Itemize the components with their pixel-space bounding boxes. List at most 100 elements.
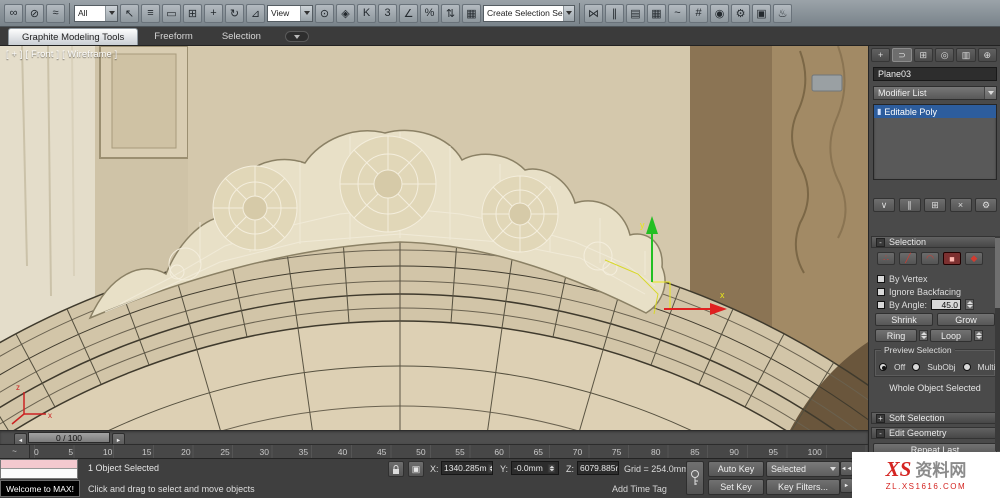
graphite-modeling-tools-toggle-icon[interactable]: ▦ bbox=[647, 3, 666, 23]
timeline-tick-55[interactable]: 55 bbox=[455, 447, 464, 457]
angle-snap-toggle-icon[interactable]: ∠ bbox=[399, 3, 418, 23]
listener-script-lane[interactable] bbox=[1, 469, 77, 478]
set-key-button[interactable]: Set Key bbox=[708, 479, 764, 495]
configure-modifier-sets-button[interactable]: ⚙ bbox=[975, 198, 997, 212]
selection-filter-dropdown[interactable]: All bbox=[74, 4, 118, 22]
loop-button[interactable]: Loop bbox=[930, 329, 972, 342]
bind-to-space-warp-icon[interactable]: ≈ bbox=[46, 3, 65, 23]
edge-subobject-icon[interactable]: ╱ bbox=[899, 252, 917, 265]
timeline-tick-30[interactable]: 30 bbox=[259, 447, 268, 457]
grow-button[interactable]: Grow bbox=[937, 313, 995, 326]
x-coordinate-field[interactable]: 1340.285m bbox=[441, 461, 493, 475]
timeline-tick-90[interactable]: 90 bbox=[729, 447, 738, 457]
snaps-toggle-icon[interactable]: 3 bbox=[378, 3, 397, 23]
rectangular-selection-region-icon[interactable]: ▭ bbox=[162, 3, 181, 23]
edit-geometry-rollout-header[interactable]: - Edit Geometry bbox=[871, 427, 998, 439]
curve-editor-icon[interactable]: ~ bbox=[668, 3, 687, 23]
polygon-subobject-icon[interactable]: ■ bbox=[943, 252, 961, 265]
modifier-stack[interactable]: ▮ Editable Poly bbox=[873, 104, 997, 180]
timeline-tick-75[interactable]: 75 bbox=[612, 447, 621, 457]
use-pivot-point-center-icon[interactable]: ⊙ bbox=[315, 3, 334, 23]
make-unique-button[interactable]: ⊞ bbox=[924, 198, 946, 212]
timeline-tick-0[interactable]: 0 bbox=[34, 447, 39, 457]
welcome-to-max-button[interactable]: Welcome to MAX! bbox=[0, 480, 80, 497]
create-tab[interactable]: + bbox=[871, 48, 891, 62]
named-selection-set-dropdown[interactable]: Create Selection Se bbox=[483, 4, 575, 22]
timeline-tick-70[interactable]: 70 bbox=[573, 447, 582, 457]
object-name-field[interactable]: Plane03 bbox=[873, 67, 997, 81]
remove-modifier-button[interactable]: × bbox=[949, 198, 972, 212]
timeline-tick-65[interactable]: 65 bbox=[534, 447, 543, 457]
by-angle-field[interactable]: 45.0 bbox=[931, 299, 962, 310]
hierarchy-tab[interactable]: ⊞ bbox=[913, 48, 933, 62]
selected-set-dropdown[interactable]: Selected bbox=[766, 461, 840, 477]
z-coordinate-field[interactable]: 6079.885m bbox=[577, 461, 619, 475]
stack-item-editable-poly[interactable]: ▮ Editable Poly bbox=[874, 105, 996, 118]
auto-key-button[interactable]: Auto Key bbox=[708, 461, 764, 477]
layer-manager-icon[interactable]: ▤ bbox=[626, 3, 645, 23]
timeline-tick-5[interactable]: 5 bbox=[68, 447, 73, 457]
unlink-selection-icon[interactable]: ⊘ bbox=[25, 3, 44, 23]
select-and-manipulate-icon[interactable]: ◈ bbox=[336, 3, 355, 23]
by-angle-checkbox[interactable] bbox=[877, 300, 885, 309]
set-keys-button[interactable] bbox=[686, 461, 704, 495]
schematic-view-icon[interactable]: # bbox=[689, 3, 708, 23]
absolute-offset-mode-toggle[interactable]: ▣ bbox=[408, 461, 424, 477]
time-slider-handle[interactable]: 0 / 100 bbox=[28, 432, 110, 443]
listener-macro-lane[interactable] bbox=[1, 460, 77, 469]
rendered-frame-window-icon[interactable]: ▣ bbox=[752, 3, 771, 23]
motion-tab[interactable]: ◎ bbox=[934, 48, 955, 62]
select-and-move-icon[interactable]: + bbox=[204, 3, 223, 23]
maxscript-mini-listener[interactable] bbox=[0, 459, 78, 479]
display-tab[interactable]: ▥ bbox=[956, 48, 976, 62]
select-by-name-icon[interactable]: ≡ bbox=[141, 3, 160, 23]
panel-scrollbar[interactable] bbox=[995, 236, 1000, 451]
mirror-icon[interactable]: ⋈ bbox=[584, 3, 603, 23]
by-angle-spinner[interactable] bbox=[965, 299, 975, 310]
utilities-tab[interactable]: ⊕ bbox=[977, 48, 997, 62]
pin-stack-button[interactable]: ∨ bbox=[873, 198, 895, 212]
by-vertex-checkbox[interactable] bbox=[877, 274, 885, 283]
ring-button[interactable]: Ring bbox=[875, 329, 917, 342]
timeline-tick-10[interactable]: 10 bbox=[103, 447, 112, 457]
select-object-icon[interactable]: ↖ bbox=[120, 3, 139, 23]
viewport-canvas[interactable]: x y z x bbox=[0, 46, 868, 430]
preview-off-radio[interactable] bbox=[879, 363, 887, 371]
loop-spinner[interactable] bbox=[974, 330, 983, 341]
selection-rollout-header[interactable]: - Selection bbox=[871, 236, 998, 248]
timeline-tick-50[interactable]: 50 bbox=[416, 447, 425, 457]
vertex-subobject-icon[interactable]: ∴ bbox=[877, 252, 895, 265]
select-and-rotate-icon[interactable]: ↻ bbox=[225, 3, 244, 23]
x-spinner[interactable] bbox=[487, 463, 492, 473]
ignore-backfacing-checkbox[interactable] bbox=[877, 287, 885, 296]
timeline-tick-40[interactable]: 40 bbox=[338, 447, 347, 457]
tab-graphite-modeling-tools[interactable]: Graphite Modeling Tools bbox=[8, 28, 139, 45]
track-bar[interactable]: ~ 0 5 10 15 20 25 30 35 40 45 50 55 60 65 70 75 80 85 90 95… bbox=[0, 444, 868, 458]
material-editor-icon[interactable]: ◉ bbox=[710, 3, 729, 23]
render-setup-icon[interactable]: ⚙ bbox=[731, 3, 750, 23]
element-subobject-icon[interactable]: ◆ bbox=[965, 252, 983, 265]
viewport-label[interactable]: [ + ] [ Front ] [ Wireframe ] bbox=[6, 49, 117, 59]
select-and-scale-icon[interactable]: ⊿ bbox=[246, 3, 265, 23]
soft-selection-rollout-header[interactable]: + Soft Selection bbox=[871, 412, 998, 424]
ring-spinner[interactable] bbox=[919, 330, 928, 341]
modifier-list-dropdown[interactable]: Modifier List bbox=[873, 86, 997, 100]
timeline-tick-45[interactable]: 45 bbox=[377, 447, 386, 457]
timeline-tick-85[interactable]: 85 bbox=[690, 447, 699, 457]
shrink-button[interactable]: Shrink bbox=[875, 313, 933, 326]
selection-lock-toggle[interactable] bbox=[388, 461, 404, 477]
timeline-tick-100[interactable]: 100 bbox=[808, 447, 822, 457]
keyboard-shortcut-override-icon[interactable]: K bbox=[357, 3, 376, 23]
key-filters-button[interactable]: Key Filters... bbox=[766, 479, 840, 495]
panel-scrollbar-thumb[interactable] bbox=[995, 238, 1000, 308]
open-mini-curve-editor-button[interactable]: ~ bbox=[0, 445, 30, 458]
window-crossing-toggle-icon[interactable]: ⊞ bbox=[183, 3, 202, 23]
y-coordinate-field[interactable]: -0.0mm bbox=[511, 461, 559, 475]
reference-coordinate-dropdown[interactable]: View bbox=[267, 4, 313, 22]
timeline-tick-25[interactable]: 25 bbox=[220, 447, 229, 457]
modify-tab[interactable]: ⊃ bbox=[892, 48, 912, 62]
border-subobject-icon[interactable]: ◠ bbox=[921, 252, 939, 265]
y-spinner[interactable] bbox=[547, 463, 556, 473]
timeline-tick-35[interactable]: 35 bbox=[299, 447, 308, 457]
align-icon[interactable]: ∥ bbox=[605, 3, 624, 23]
